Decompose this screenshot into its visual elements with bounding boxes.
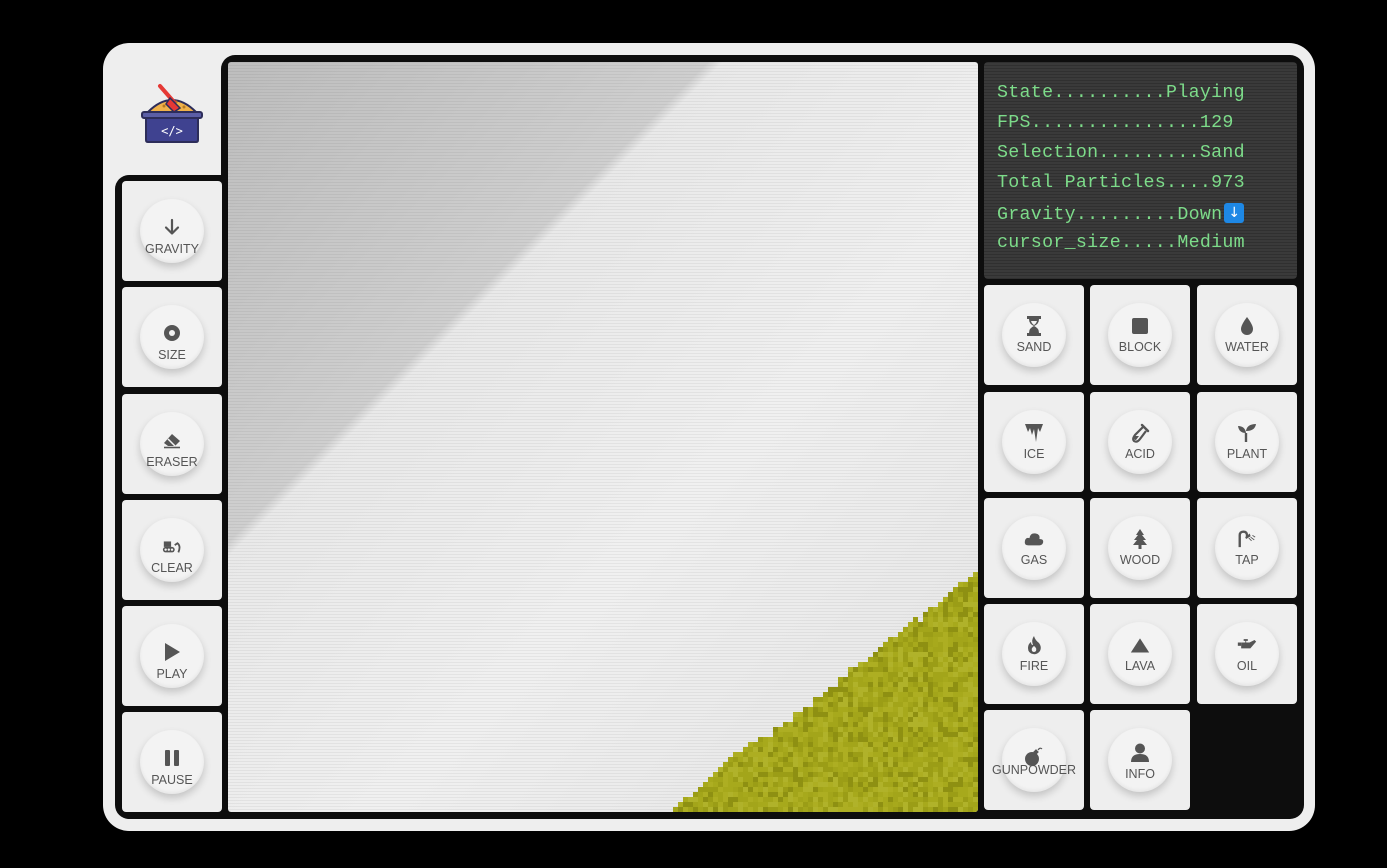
play-label: PLAY <box>156 667 188 681</box>
mountain-icon <box>1130 635 1150 655</box>
water-button[interactable]: WATER <box>1197 285 1297 385</box>
faucet-icon <box>1237 529 1257 549</box>
droplet-icon <box>1237 316 1257 336</box>
user-icon <box>1130 743 1150 763</box>
status-gravity: Gravity.........Down ↓ <box>997 203 1245 225</box>
acid-button[interactable]: ACID <box>1090 392 1190 492</box>
cloud-icon <box>1024 529 1044 549</box>
gunpowder-button[interactable]: GUNPOWDER <box>984 710 1084 810</box>
tree-icon <box>1130 529 1150 549</box>
svg-text:</>: </> <box>161 124 183 138</box>
wood-button[interactable]: WOOD <box>1090 498 1190 598</box>
plant-button[interactable]: PLANT <box>1197 392 1297 492</box>
hourglass-icon <box>1024 316 1044 336</box>
eraser-label: ERASER <box>146 455 198 469</box>
size-button[interactable]: SIZE <box>122 287 222 387</box>
fire-icon <box>1024 635 1044 655</box>
eraser-button[interactable]: ERASER <box>122 394 222 494</box>
seedling-icon <box>1237 423 1257 443</box>
eraser-icon <box>162 430 182 450</box>
tap-button[interactable]: TAP <box>1197 498 1297 598</box>
square-icon <box>1130 316 1150 336</box>
gas-label: GAS <box>1020 553 1048 567</box>
gunpowder-label: GUNPOWDER <box>991 763 1077 777</box>
gravity-label: GRAVITY <box>145 242 199 256</box>
status-cursor-size: cursor_size.....Medium <box>997 233 1245 253</box>
oil-can-icon <box>1237 635 1257 655</box>
clear-button[interactable]: CLEAR <box>122 500 222 600</box>
lava-label: LAVA <box>1124 659 1156 673</box>
ice-button[interactable]: ICE <box>984 392 1084 492</box>
bulldozer-icon <box>162 536 182 556</box>
lava-button[interactable]: LAVA <box>1090 604 1190 704</box>
block-button[interactable]: BLOCK <box>1090 285 1190 385</box>
info-button[interactable]: INFO <box>1090 710 1190 810</box>
sand-pile <box>673 572 978 812</box>
tap-label: TAP <box>1235 553 1259 567</box>
oil-label: OIL <box>1236 659 1258 673</box>
play-button[interactable]: PLAY <box>122 606 222 706</box>
status-fps: FPS...............129 <box>997 113 1234 133</box>
sand-button[interactable]: SAND <box>984 285 1084 385</box>
ice-label: ICE <box>1023 447 1045 461</box>
icicles-icon <box>1024 423 1044 443</box>
status-state: State..........Playing <box>997 83 1245 103</box>
fire-button[interactable]: FIRE <box>984 604 1084 704</box>
clear-label: CLEAR <box>151 561 193 575</box>
block-label: BLOCK <box>1118 340 1162 354</box>
pause-icon <box>162 748 182 768</box>
arrow-down-icon: ↓ <box>1224 203 1245 223</box>
gravity-button[interactable]: GRAVITY <box>122 181 222 281</box>
info-label: INFO <box>1125 767 1155 781</box>
status-total-particles: Total Particles....973 <box>997 173 1245 193</box>
simulation-canvas[interactable] <box>228 62 978 812</box>
play-icon <box>162 642 182 662</box>
wood-label: WOOD <box>1119 553 1161 567</box>
oil-button[interactable]: OIL <box>1197 604 1297 704</box>
pause-label: PAUSE <box>151 773 193 787</box>
acid-label: ACID <box>1125 447 1155 461</box>
sand-particles <box>673 572 978 812</box>
arrow-down-icon <box>162 217 182 237</box>
target-icon <box>162 323 182 343</box>
pause-button[interactable]: PAUSE <box>122 712 222 812</box>
plant-label: PLANT <box>1226 447 1268 461</box>
water-label: WATER <box>1225 340 1269 354</box>
status-selection: Selection.........Sand <box>997 143 1245 163</box>
vial-icon <box>1130 423 1150 443</box>
size-label: SIZE <box>158 348 186 362</box>
gas-button[interactable]: GAS <box>984 498 1084 598</box>
sand-code-logo: </> <box>138 78 206 146</box>
status-gravity-text: Gravity.........Down <box>997 205 1223 225</box>
fire-label: FIRE <box>1019 659 1049 673</box>
status-panel: State..........Playing FPS..............… <box>984 62 1297 279</box>
sand-label: SAND <box>1016 340 1052 354</box>
